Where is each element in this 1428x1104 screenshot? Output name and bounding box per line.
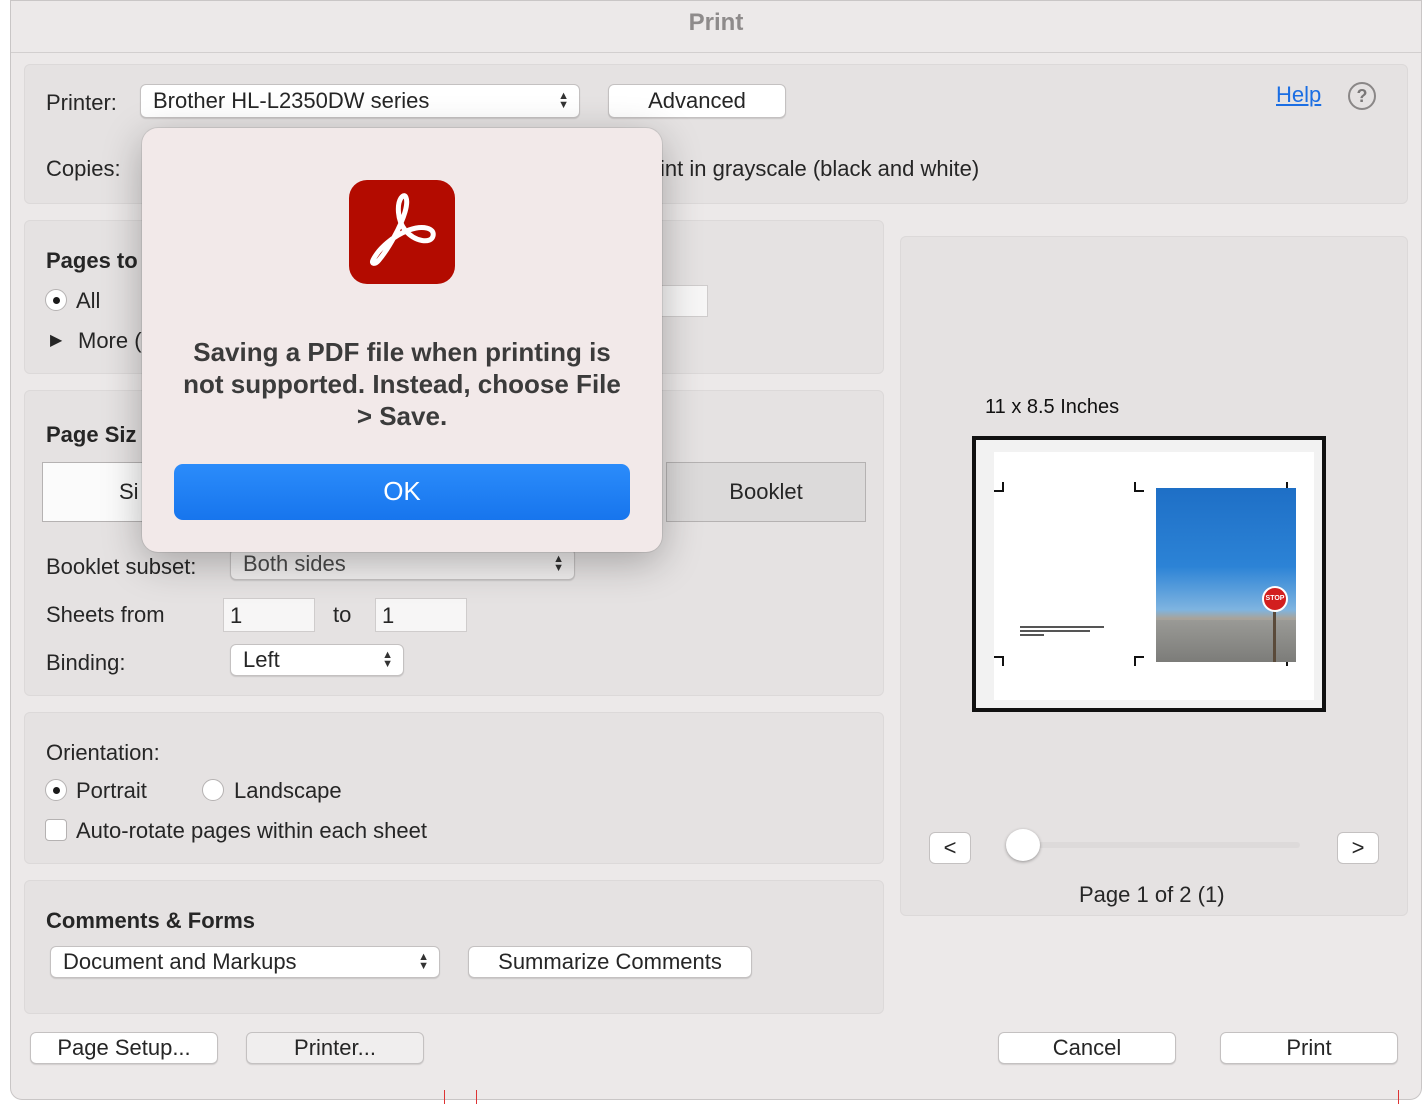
pages-range-field[interactable] (660, 285, 708, 317)
seg-size-label: Si (119, 479, 139, 504)
crop-mark (1134, 482, 1144, 492)
preview-sheet: STOP (972, 436, 1326, 712)
background-mark (476, 1090, 477, 1104)
seg-booklet-button[interactable]: Booklet (666, 462, 866, 522)
orientation-header: Orientation: (46, 740, 160, 765)
updown-chevron-icon: ▲ ▼ (553, 553, 564, 574)
page-slider-track[interactable] (1012, 842, 1300, 848)
crop-mark (1134, 656, 1144, 666)
printer-label: Printer: (46, 90, 117, 115)
print-button[interactable]: Print (1220, 1032, 1398, 1064)
pages-all-radio[interactable] (45, 289, 67, 311)
more-options-disclosure-icon[interactable]: ▶ (50, 330, 62, 350)
more-options-label[interactable]: More ( (78, 328, 142, 354)
background-mark (444, 1090, 445, 1104)
updown-chevron-icon: ▲ ▼ (382, 649, 393, 670)
updown-chevron-icon: ▲ ▼ (418, 951, 429, 972)
landscape-label: Landscape (234, 778, 342, 803)
page-setup-button[interactable]: Page Setup... (30, 1032, 218, 1064)
sheets-from-field[interactable]: 1 (223, 598, 315, 632)
page-slider-knob[interactable] (1006, 829, 1040, 861)
help-link[interactable]: Help (1276, 82, 1321, 108)
summarize-comments-button[interactable]: Summarize Comments (468, 946, 752, 978)
preview-size-label: 11 x 8.5 Inches (985, 396, 1120, 418)
booklet-subset-label: Booklet subset: (46, 554, 197, 579)
acrobat-pdf-icon (349, 180, 455, 284)
printer-button[interactable]: Printer... (246, 1032, 424, 1064)
crop-mark (994, 482, 1004, 492)
crop-mark (994, 656, 1004, 666)
advanced-button[interactable]: Advanced (608, 84, 786, 118)
sheets-to-label: to (333, 602, 352, 627)
sheets-to-field[interactable]: 1 (375, 598, 467, 632)
alert-message: Saving a PDF file when printing is not s… (183, 337, 621, 431)
next-page-button[interactable]: > (1337, 832, 1379, 864)
page-status: Page 1 of 2 (1) (1079, 882, 1225, 907)
acrobat-logo-icon (370, 193, 436, 266)
autorotate-label: Auto-rotate pages within each sheet (76, 818, 428, 843)
landscape-radio[interactable] (202, 779, 224, 801)
copies-label: Copies: (46, 156, 121, 181)
booklet-subset-value: Both sides (243, 551, 346, 576)
window-title: Print (11, 1, 1421, 53)
preview-page: STOP (994, 452, 1314, 700)
pages-header: Pages to (46, 248, 138, 273)
portrait-label: Portrait (76, 778, 147, 803)
stop-sign-icon: STOP (1262, 586, 1288, 612)
seg-size-button[interactable]: Si (42, 462, 152, 522)
preview-text-lines (1020, 626, 1104, 638)
help-question-icon[interactable]: ? (1348, 82, 1376, 110)
prev-page-button[interactable]: < (929, 832, 971, 864)
sheets-from-label: Sheets from (46, 602, 165, 627)
pages-all-label: All (76, 288, 101, 313)
booklet-subset-select[interactable]: Both sides ▲ ▼ (230, 548, 575, 580)
binding-label: Binding: (46, 650, 126, 675)
portrait-radio[interactable] (45, 779, 67, 801)
comments-select[interactable]: Document and Markups ▲ ▼ (50, 946, 440, 978)
grayscale-label[interactable]: int in grayscale (black and white) (660, 156, 979, 182)
autorotate-checkbox[interactable] (45, 819, 67, 841)
printer-select[interactable]: Brother HL-L2350DW series ▲ ▼ (140, 84, 580, 118)
ok-button[interactable]: OK (174, 464, 630, 520)
comments-select-value: Document and Markups (63, 949, 297, 974)
printer-select-value: Brother HL-L2350DW series (153, 88, 430, 113)
stop-sign-text: STOP (1265, 595, 1285, 602)
page-sizing-header: Page Siz (46, 422, 137, 447)
binding-select[interactable]: Left ▲ ▼ (230, 644, 404, 676)
comments-header: Comments & Forms (46, 908, 256, 933)
updown-chevron-icon: ▲ ▼ (558, 90, 569, 111)
alert-dialog: Saving a PDF file when printing is not s… (142, 128, 662, 552)
background-mark (1398, 1090, 1399, 1104)
cancel-button[interactable]: Cancel (998, 1032, 1176, 1064)
preview-photo: STOP (1156, 488, 1296, 662)
binding-value: Left (243, 647, 280, 672)
